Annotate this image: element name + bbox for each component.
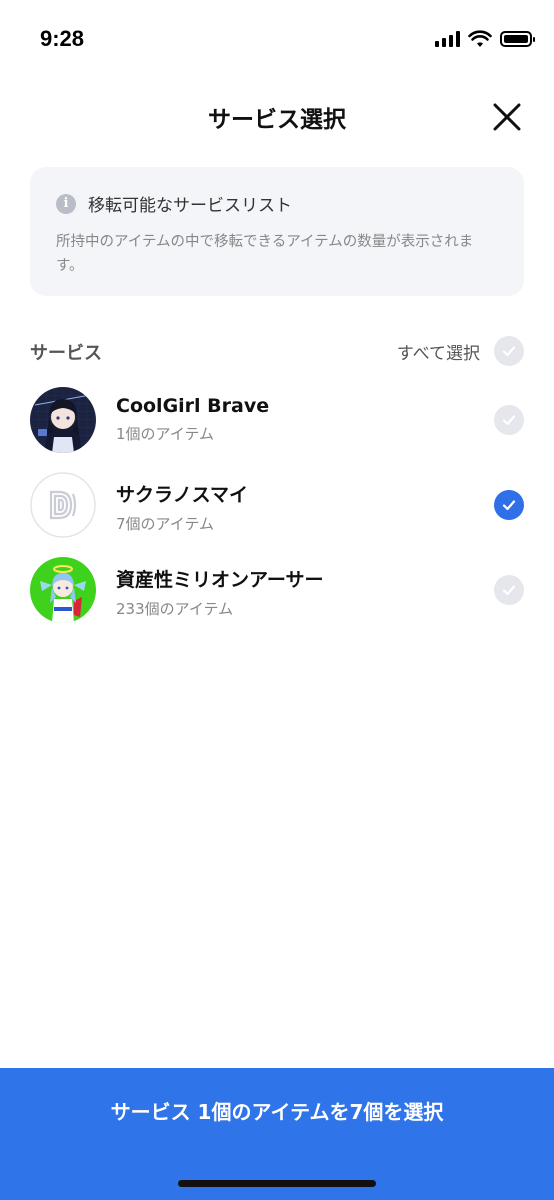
check-icon: [502, 346, 516, 357]
service-checkbox[interactable]: [494, 490, 524, 520]
service-name: 資産性ミリオンアーサー: [116, 569, 324, 591]
service-item-sakuranosumai[interactable]: サクラノスマイ 7個のアイテム: [30, 470, 524, 555]
check-icon: [502, 415, 516, 426]
battery-icon: [500, 31, 535, 47]
wifi-icon: [468, 30, 492, 47]
info-title: 移転可能なサービスリスト: [88, 196, 292, 216]
million-arthur-avatar: [30, 557, 96, 623]
page-title: サービス選択: [208, 107, 346, 133]
cellular-signal-icon: [435, 31, 460, 47]
section-header: サービス すべて選択: [30, 336, 524, 366]
status-icons: [435, 30, 535, 48]
service-name: CoolGirl Brave: [116, 395, 270, 417]
select-all-label: すべて選択: [396, 343, 480, 364]
check-icon: [502, 585, 516, 596]
confirm-selection-label: サービス 1個のアイテムを7個を選択: [110, 1100, 444, 1124]
close-icon: [493, 103, 521, 131]
service-list: CoolGirl Brave 1個のアイテム サクラノスマイ 7個のアイテム 資…: [30, 385, 524, 640]
info-icon: i: [56, 193, 76, 214]
info-box: i 移転可能なサービスリスト 所持中のアイテムの中で移転できるアイテムの数量が表…: [30, 167, 524, 296]
service-name: サクラノスマイ: [116, 484, 249, 506]
coolgirl-avatar: [30, 387, 96, 453]
select-all-button[interactable]: すべて選択: [397, 336, 524, 366]
check-icon: [502, 500, 516, 511]
sakura-logo: [30, 472, 96, 538]
section-label: サービス: [30, 343, 102, 364]
close-button[interactable]: [490, 100, 524, 134]
status-bar: 9:28: [0, 0, 554, 80]
service-item-count: 7個のアイテム: [116, 515, 215, 533]
service-item-count: 233個のアイテム: [116, 600, 234, 618]
home-indicator[interactable]: [178, 1180, 376, 1187]
service-checkbox[interactable]: [494, 575, 524, 605]
service-item-count: 1個のアイテム: [116, 425, 215, 443]
service-item-million-arthur[interactable]: 資産性ミリオンアーサー 233個のアイテム: [30, 555, 524, 640]
service-item-coolgirl-brave[interactable]: CoolGirl Brave 1個のアイテム: [30, 385, 524, 470]
header: サービス選択: [0, 90, 554, 144]
info-description: 所持中のアイテムの中で移転できるアイテムの数量が表示されます。: [56, 234, 474, 274]
status-time: 9:28: [40, 26, 85, 51]
select-all-checkbox[interactable]: [494, 336, 524, 366]
service-checkbox[interactable]: [494, 405, 524, 435]
